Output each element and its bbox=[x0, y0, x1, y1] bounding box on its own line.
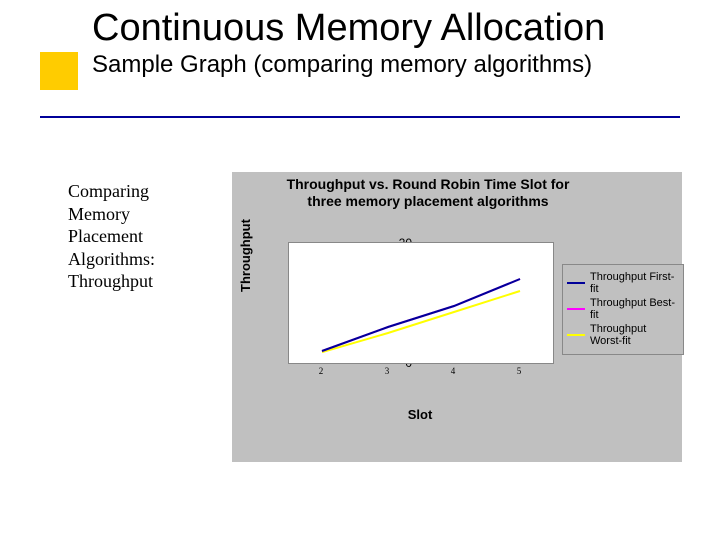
page-subtitle: Sample Graph (comparing memory algorithm… bbox=[92, 52, 692, 78]
chart-title: Throughput vs. Round Robin Time Slot for… bbox=[268, 176, 588, 210]
xtick: 2 bbox=[316, 366, 326, 376]
chart: Throughput vs. Round Robin Time Slot for… bbox=[232, 172, 682, 462]
body-text: Comparing Memory Placement Algorithms: T… bbox=[68, 180, 208, 293]
accent-square bbox=[40, 52, 78, 90]
legend-swatch-icon bbox=[567, 282, 585, 284]
title-block: Continuous Memory Allocation Sample Grap… bbox=[92, 8, 692, 78]
title-rule bbox=[40, 116, 680, 118]
chart-legend: Throughput First-fit Throughput Best-fit… bbox=[562, 264, 684, 355]
legend-item: Throughput Best-fit bbox=[567, 297, 679, 321]
legend-swatch-icon bbox=[567, 334, 585, 336]
page-title: Continuous Memory Allocation bbox=[92, 8, 692, 50]
legend-item: Throughput First-fit bbox=[567, 271, 679, 295]
xtick: 4 bbox=[448, 366, 458, 376]
series-worst-fit bbox=[322, 291, 520, 352]
xtick: 5 bbox=[514, 366, 524, 376]
legend-label: Throughput Best-fit bbox=[590, 297, 679, 321]
xtick: 3 bbox=[382, 366, 392, 376]
chart-xlabel: Slot bbox=[288, 407, 552, 422]
series-first-fit bbox=[322, 279, 520, 351]
legend-item: Throughput Worst-fit bbox=[567, 323, 679, 347]
chart-svg bbox=[289, 243, 553, 363]
legend-swatch-icon bbox=[567, 308, 585, 310]
legend-label: Throughput Worst-fit bbox=[590, 323, 679, 347]
legend-label: Throughput First-fit bbox=[590, 271, 679, 295]
slide: Continuous Memory Allocation Sample Grap… bbox=[0, 0, 720, 540]
plot-area bbox=[288, 242, 554, 364]
chart-ylabel: Throughput bbox=[238, 219, 253, 292]
